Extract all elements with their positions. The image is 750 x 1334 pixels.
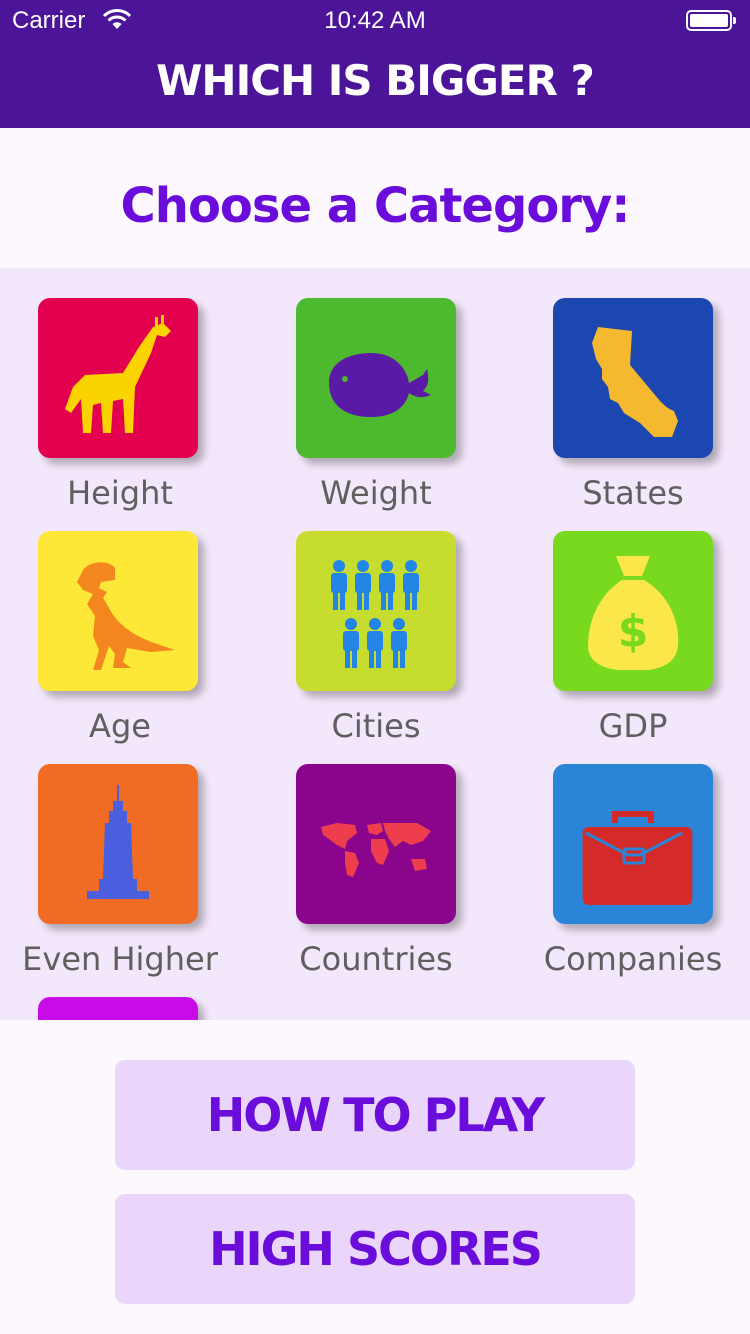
people-icon (331, 560, 419, 668)
category-label: States (582, 474, 684, 512)
app-title: WHICH IS BIGGER ? (156, 56, 595, 105)
briefcase-icon (582, 811, 693, 905)
category-tile[interactable] (296, 531, 456, 691)
category-tile[interactable] (38, 764, 198, 924)
category-label: Age (89, 707, 151, 745)
category-label: Height (67, 474, 173, 512)
category-label: Companies (543, 940, 723, 978)
category-tile[interactable] (38, 298, 198, 458)
category-cities[interactable]: Cities (256, 531, 496, 751)
category-companies[interactable]: Companies (513, 764, 750, 984)
category-tile[interactable] (38, 531, 198, 691)
category-countries[interactable]: Countries (256, 764, 496, 984)
category-label: GDP (598, 707, 668, 745)
california-icon (592, 327, 678, 437)
category-label: Cities (331, 707, 421, 745)
category-states[interactable]: States (513, 298, 750, 518)
skyscraper-icon (87, 785, 149, 899)
category-height[interactable]: Height (0, 298, 240, 518)
category-tile[interactable]: $ (553, 531, 713, 691)
whale-icon (329, 353, 431, 417)
giraffe-icon (65, 315, 171, 433)
category-weight[interactable]: Weight (256, 298, 496, 518)
svg-text:$: $ (618, 606, 649, 657)
world-map-icon (321, 823, 431, 877)
status-time: 10:42 AM (324, 7, 426, 34)
choose-category-heading: Choose a Category: (120, 178, 631, 234)
category-gdp[interactable]: $ GDP (513, 531, 750, 751)
category-label: Countries (299, 940, 453, 978)
category-tile[interactable] (38, 997, 198, 1020)
dinosaur-icon (77, 562, 175, 670)
category-age[interactable]: Age (0, 531, 240, 751)
category-partial[interactable] (0, 997, 240, 1020)
category-tile[interactable] (296, 298, 456, 458)
high-scores-button[interactable]: HIGH SCORES (115, 1194, 635, 1304)
battery-icon (686, 10, 736, 31)
status-bar: Carrier 10:42 AM (0, 0, 750, 40)
category-tile[interactable] (296, 764, 456, 924)
category-even-higher[interactable]: Even Higher (0, 764, 240, 984)
how-to-play-button[interactable]: HOW TO PLAY (115, 1060, 635, 1170)
category-tile[interactable] (553, 764, 713, 924)
category-grid[interactable]: Height Weight States Age Cities $ GDP Ev… (0, 268, 750, 1020)
category-label: Even Higher (22, 940, 218, 978)
money-bag-icon: $ (588, 556, 679, 670)
category-tile[interactable] (553, 298, 713, 458)
category-label: Weight (320, 474, 432, 512)
header-bar: Carrier 10:42 AM WHICH IS BIGGER ? (0, 0, 750, 128)
